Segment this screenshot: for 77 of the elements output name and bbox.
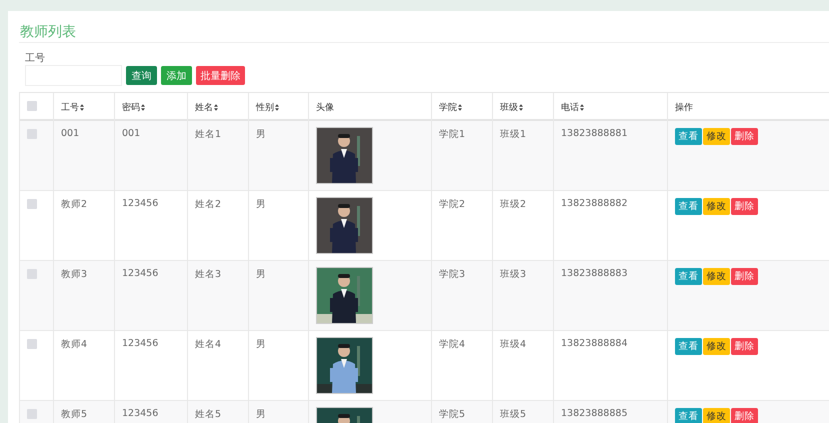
edit-button[interactable]: 修改 [703, 198, 730, 215]
sort-icon [214, 104, 218, 111]
table-cell: 13823888881 [561, 128, 628, 139]
table-cell: 123456 [122, 408, 158, 419]
checkbox[interactable] [27, 269, 37, 279]
column-header[interactable]: 学院 [439, 101, 462, 114]
column-header: 操作 [675, 102, 693, 114]
delete-button[interactable]: 批量删除 [196, 66, 245, 85]
table-cell: 教师5 [61, 408, 88, 421]
sort-icon [80, 104, 84, 111]
view-button[interactable]: 查看 [675, 128, 702, 145]
table-cell: 13823888883 [561, 268, 628, 279]
delete-button[interactable]: 删除 [731, 128, 758, 145]
table-cell: 123456 [122, 338, 158, 349]
table-cell: 男 [256, 408, 266, 421]
table-cell: 13823888885 [561, 408, 628, 419]
search-button[interactable]: 查询 [126, 66, 157, 85]
delete-button[interactable]: 删除 [731, 408, 758, 423]
table-cell: 男 [256, 338, 266, 351]
checkbox[interactable] [27, 409, 37, 419]
delete-button[interactable]: 删除 [731, 268, 758, 285]
edit-button[interactable]: 修改 [703, 408, 730, 423]
column-header[interactable]: 电话 [561, 101, 584, 114]
checkbox[interactable] [27, 101, 37, 111]
sort-icon [519, 104, 523, 111]
table-cell: 班级2 [500, 198, 526, 211]
delete-button[interactable]: 删除 [731, 198, 758, 215]
table-cell: 班级1 [500, 128, 526, 141]
column-header[interactable]: 姓名 [195, 101, 218, 114]
table-cell: 学院5 [439, 408, 466, 421]
table-cell: 姓名1 [195, 128, 222, 141]
table-cell: 123456 [122, 198, 158, 209]
table-cell: 班级5 [500, 408, 526, 421]
table-cell: 姓名4 [195, 338, 222, 351]
table-cell: 学院2 [439, 198, 466, 211]
sort-icon [141, 104, 145, 111]
table-cell: 13823888882 [561, 198, 628, 209]
table-cell: 学院3 [439, 268, 466, 281]
table-cell: 001 [61, 128, 80, 139]
edit-button[interactable]: 修改 [703, 338, 730, 355]
table-cell: 姓名3 [195, 268, 222, 281]
column-header: 头像 [316, 102, 334, 114]
edit-button[interactable]: 修改 [703, 128, 730, 145]
table-cell: 男 [256, 268, 266, 281]
sort-icon [580, 104, 584, 111]
edit-button[interactable]: 修改 [703, 268, 730, 285]
checkbox[interactable] [27, 199, 37, 209]
add-button[interactable]: 添加 [161, 66, 192, 85]
table-cell: 学院1 [439, 128, 466, 141]
field-label: 工号 [25, 53, 45, 65]
column-header[interactable]: 性别 [256, 101, 279, 114]
table-cell: 班级3 [500, 268, 526, 281]
table-cell: 13823888884 [561, 338, 628, 349]
page-title: 教师列表 [20, 23, 76, 42]
column-header[interactable]: 班级 [500, 101, 523, 114]
sort-icon [458, 104, 462, 111]
table-cell: 班级4 [500, 338, 526, 351]
view-button[interactable]: 查看 [675, 338, 702, 355]
table-cell: 男 [256, 198, 266, 211]
column-header[interactable]: 工号 [61, 101, 84, 114]
view-button[interactable]: 查看 [675, 198, 702, 215]
checkbox[interactable] [27, 339, 37, 349]
table-cell: 教师4 [61, 338, 88, 351]
sort-icon [275, 104, 279, 111]
column-header[interactable]: 密码 [122, 101, 145, 114]
table-cell: 001 [122, 128, 140, 139]
table-cell: 姓名2 [195, 198, 222, 211]
table-cell: 姓名5 [195, 408, 222, 421]
table-cell: 男 [256, 128, 266, 141]
view-button[interactable]: 查看 [675, 268, 702, 285]
table-cell: 学院4 [439, 338, 466, 351]
delete-button[interactable]: 删除 [731, 338, 758, 355]
table-cell: 教师3 [61, 268, 88, 281]
view-button[interactable]: 查看 [675, 408, 702, 423]
checkbox[interactable] [27, 129, 37, 139]
table-cell: 123456 [122, 268, 158, 279]
table-cell: 教师2 [61, 198, 88, 211]
